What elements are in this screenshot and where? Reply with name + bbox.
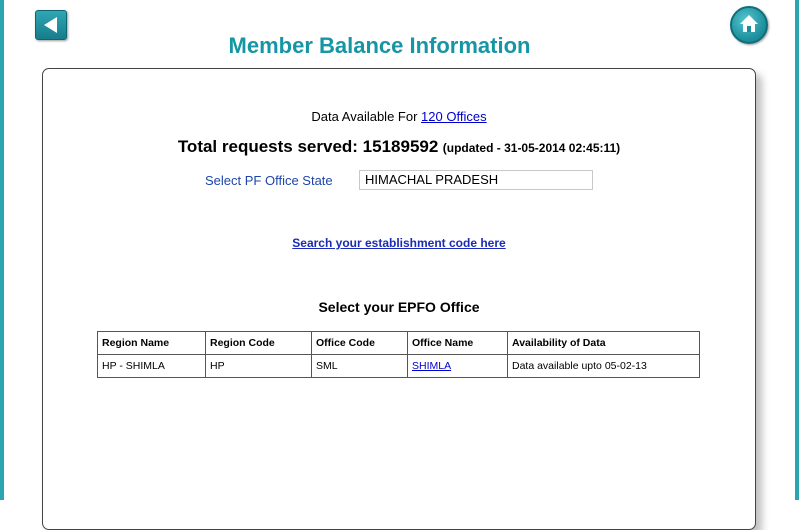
content-panel: Data Available For 120 Offices Total req…: [42, 68, 756, 530]
offices-link[interactable]: 120 Offices: [421, 109, 487, 124]
state-select-dropdown[interactable]: HIMACHAL PRADESH: [359, 170, 593, 190]
state-select-label: Select PF Office State: [205, 173, 333, 188]
table-header-row: Region Name Region Code Office Code Offi…: [97, 331, 700, 355]
column-header-availability: Availability of Data: [507, 331, 700, 355]
total-requests-text: Total requests served: 15189592: [177, 137, 439, 156]
select-office-heading: Select your EPFO Office: [318, 299, 480, 315]
cell-region-code: HP: [205, 354, 312, 378]
right-border: [795, 0, 799, 500]
total-requests-line: Total requests served: 15189592 (updated…: [43, 137, 755, 157]
search-establishment-link[interactable]: Search your establishment code here: [43, 236, 755, 250]
cell-office-name: SHIMLA: [407, 354, 508, 378]
table-row: HP - SHIMLA HP SML SHIMLA Data available…: [97, 354, 700, 378]
availability-prefix: Data Available For: [311, 109, 418, 124]
column-header-region-code: Region Code: [205, 331, 312, 355]
column-header-office-code: Office Code: [311, 331, 408, 355]
left-border: [0, 0, 4, 500]
office-table: Region Name Region Code Office Code Offi…: [97, 331, 700, 378]
cell-availability: Data available upto 05-02-13: [507, 354, 700, 378]
home-icon: [740, 15, 758, 32]
office-name-link[interactable]: SHIMLA: [412, 360, 451, 372]
column-header-region-name: Region Name: [97, 331, 206, 355]
updated-timestamp: (updated - 31-05-2014 02:45:11): [442, 141, 621, 155]
page-title: Member Balance Information: [228, 33, 531, 58]
cell-region-name: HP - SHIMLA: [97, 354, 206, 378]
data-availability-line: Data Available For 120 Offices: [43, 109, 755, 124]
back-arrow-icon: [44, 17, 57, 33]
cell-office-code: SML: [311, 354, 408, 378]
column-header-office-name: Office Name: [407, 331, 508, 355]
